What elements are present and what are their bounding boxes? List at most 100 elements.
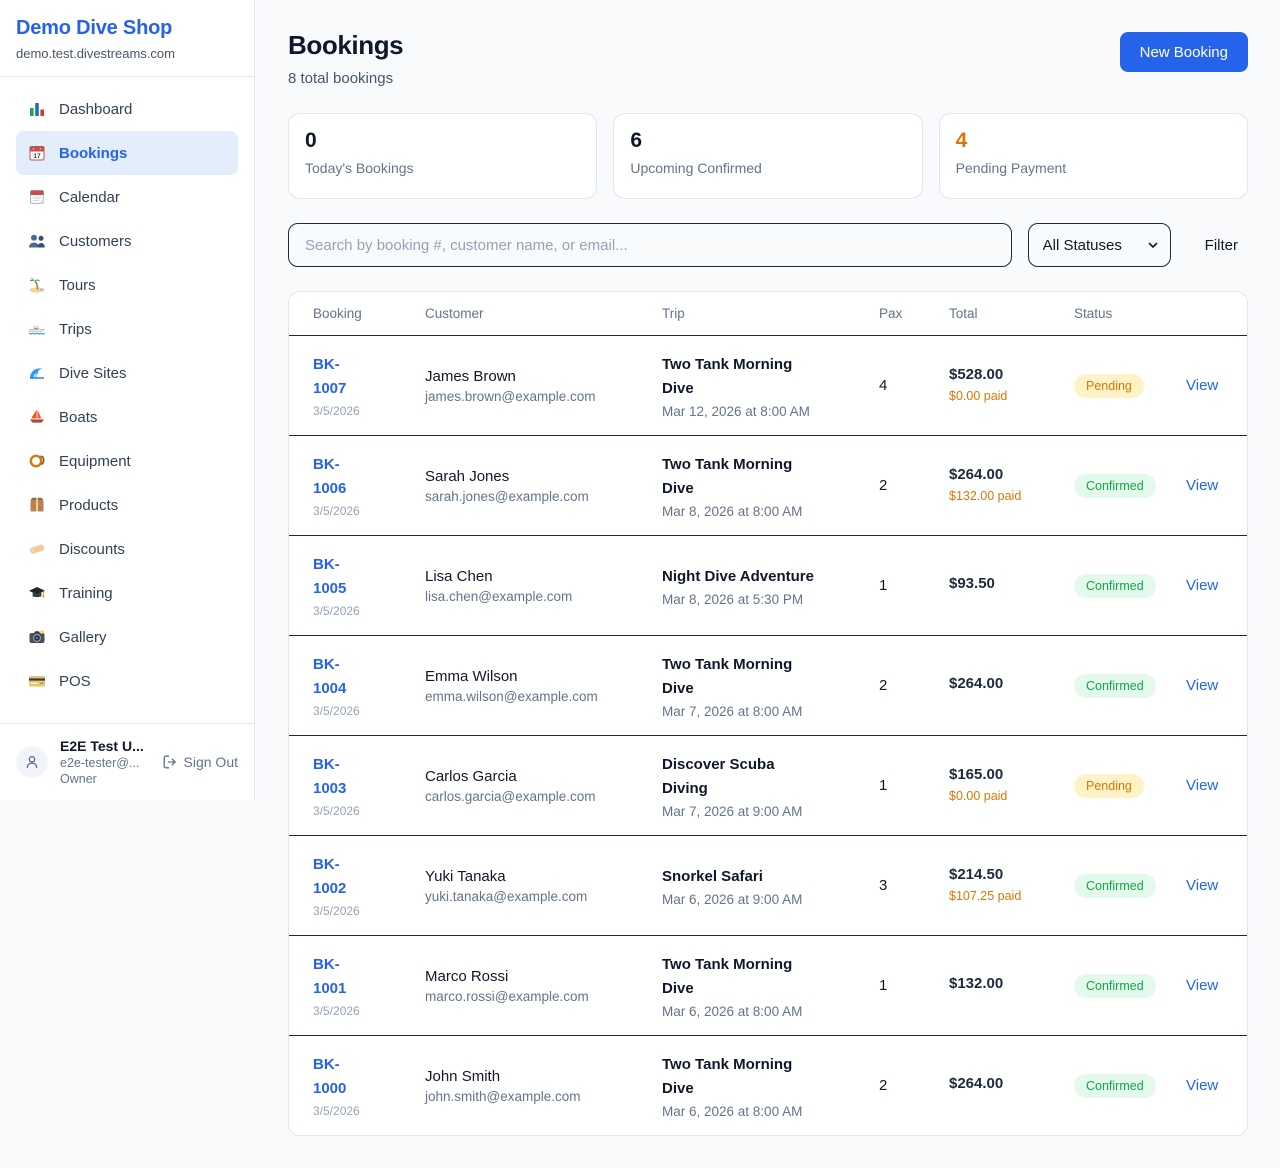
sidebar-item-tours[interactable]: Tours [16, 263, 238, 307]
shop-domain: demo.test.divestreams.com [16, 46, 238, 61]
pax-count: 1 [879, 777, 949, 794]
view-link[interactable]: View [1186, 777, 1218, 794]
table-row: BK-10013/5/2026 Marco Rossimarco.rossi@e… [289, 935, 1247, 1035]
status-badge: Pending [1074, 774, 1144, 798]
stats-row: 0 Today's Bookings 6 Upcoming Confirmed … [288, 113, 1248, 199]
total-amount: $264.00 [949, 1075, 1074, 1092]
page-subtitle: 8 total bookings [288, 70, 403, 87]
status-badge: Confirmed [1074, 474, 1156, 498]
sidebar-item-label: Dive Sites [59, 365, 127, 382]
column-header-status: Status [1074, 306, 1186, 321]
booking-id-link[interactable]: BK-1001 [313, 953, 371, 1001]
customer-email: john.smith@example.com [425, 1089, 662, 1104]
shop-title[interactable]: Demo Dive Shop [16, 17, 238, 40]
graduation-cap-icon [28, 584, 46, 602]
booking-date: 3/5/2026 [313, 504, 425, 518]
customer-email: carlos.garcia@example.com [425, 789, 662, 804]
stat-label: Today's Bookings [305, 160, 580, 176]
svg-text:17: 17 [33, 153, 41, 160]
sidebar-item-calendar[interactable]: Calendar [16, 175, 238, 219]
total-amount: $214.50 [949, 866, 1074, 883]
stat-card-pending-payment: 4 Pending Payment [939, 113, 1248, 199]
sign-out-button[interactable]: Sign Out [162, 754, 238, 770]
sidebar-item-discounts[interactable]: Discounts [16, 527, 238, 571]
app-root: Demo Dive Shop demo.test.divestreams.com… [0, 0, 1280, 1168]
status-badge: Confirmed [1074, 674, 1156, 698]
customer-email: james.brown@example.com [425, 389, 662, 404]
booking-date: 3/5/2026 [313, 704, 425, 718]
total-amount: $93.50 [949, 575, 1074, 592]
booking-date: 3/5/2026 [313, 804, 425, 818]
bookings-table: Booking Customer Trip Pax Total Status B… [288, 291, 1248, 1136]
status-badge: Pending [1074, 374, 1144, 398]
package-icon [28, 496, 46, 514]
sidebar-item-customers[interactable]: Customers [16, 219, 238, 263]
customer-email: lisa.chen@example.com [425, 589, 662, 604]
credit-card-icon [28, 672, 46, 690]
new-booking-button[interactable]: New Booking [1120, 32, 1248, 72]
trip-datetime: Mar 6, 2026 at 8:00 AM [662, 1004, 879, 1019]
sidebar-item-pos[interactable]: POS [16, 659, 238, 703]
view-link[interactable]: View [1186, 577, 1218, 594]
booking-id-link[interactable]: BK-1006 [313, 453, 371, 501]
status-badge: Confirmed [1074, 1074, 1156, 1098]
booking-id-link[interactable]: BK-1002 [313, 853, 371, 901]
sidebar-item-trips[interactable]: Trips [16, 307, 238, 351]
tag-icon [28, 540, 46, 558]
booking-id-link[interactable]: BK-1005 [313, 553, 371, 601]
search-input[interactable] [288, 223, 1012, 267]
customer-email: yuki.tanaka@example.com [425, 889, 662, 904]
view-link[interactable]: View [1186, 977, 1218, 994]
page-header: Bookings 8 total bookings New Booking [288, 30, 1248, 87]
pax-count: 1 [879, 977, 949, 994]
sidebar-item-label: Boats [59, 409, 97, 426]
view-link[interactable]: View [1186, 477, 1218, 494]
table-row: BK-10033/5/2026 Carlos Garciacarlos.garc… [289, 735, 1247, 835]
column-header-total: Total [949, 306, 1074, 321]
paid-amount: $0.00 paid [949, 787, 1031, 805]
trip-name: Two Tank Morning Dive [662, 453, 822, 501]
sidebar-item-dive-sites[interactable]: Dive Sites [16, 351, 238, 395]
view-link[interactable]: View [1186, 377, 1218, 394]
view-link[interactable]: View [1186, 877, 1218, 894]
sidebar-item-training[interactable]: Training [16, 571, 238, 615]
column-header-trip: Trip [662, 306, 879, 321]
booking-id-link[interactable]: BK-1004 [313, 653, 371, 701]
filter-button[interactable]: Filter [1195, 233, 1248, 258]
customer-name: Yuki Tanaka [425, 868, 662, 885]
stat-value: 4 [956, 129, 1231, 153]
sidebar-item-dashboard[interactable]: Dashboard [16, 87, 238, 131]
island-icon [28, 276, 46, 294]
user-meta: E2E Test U... e2e-tester@... Owner [60, 738, 150, 786]
view-link[interactable]: View [1186, 677, 1218, 694]
sidebar-item-products[interactable]: Products [16, 483, 238, 527]
customer-name: Lisa Chen [425, 568, 662, 585]
sidebar-item-label: POS [59, 673, 91, 690]
sidebar-item-label: Gallery [59, 629, 107, 646]
total-amount: $264.00 [949, 466, 1074, 483]
sidebar-header: Demo Dive Shop demo.test.divestreams.com [0, 0, 254, 77]
paid-amount: $132.00 paid [949, 487, 1031, 505]
customer-email: marco.rossi@example.com [425, 989, 662, 1004]
sidebar: Demo Dive Shop demo.test.divestreams.com… [0, 0, 255, 800]
sidebar-item-label: Dashboard [59, 101, 132, 118]
booking-date: 3/5/2026 [313, 904, 425, 918]
table-row: BK-10073/5/2026 James Brownjames.brown@e… [289, 335, 1247, 435]
trip-datetime: Mar 8, 2026 at 8:00 AM [662, 504, 879, 519]
booking-id-link[interactable]: BK-1003 [313, 753, 371, 801]
sidebar-item-equipment[interactable]: Equipment [16, 439, 238, 483]
booking-id-link[interactable]: BK-1000 [313, 1053, 371, 1101]
stat-label: Upcoming Confirmed [630, 160, 905, 176]
sidebar-item-gallery[interactable]: Gallery [16, 615, 238, 659]
page-title: Bookings [288, 30, 403, 61]
status-select-wrap: All Statuses [1028, 223, 1171, 267]
view-link[interactable]: View [1186, 1077, 1218, 1094]
stat-value: 6 [630, 129, 905, 153]
paid-amount: $0.00 paid [949, 387, 1031, 405]
table-row: BK-10043/5/2026 Emma Wilsonemma.wilson@e… [289, 635, 1247, 735]
table-row: BK-10003/5/2026 John Smithjohn.smith@exa… [289, 1035, 1247, 1135]
status-select[interactable]: All Statuses [1028, 223, 1171, 267]
booking-id-link[interactable]: BK-1007 [313, 353, 371, 401]
sidebar-item-bookings[interactable]: 17 Bookings [16, 131, 238, 175]
sidebar-item-boats[interactable]: Boats [16, 395, 238, 439]
